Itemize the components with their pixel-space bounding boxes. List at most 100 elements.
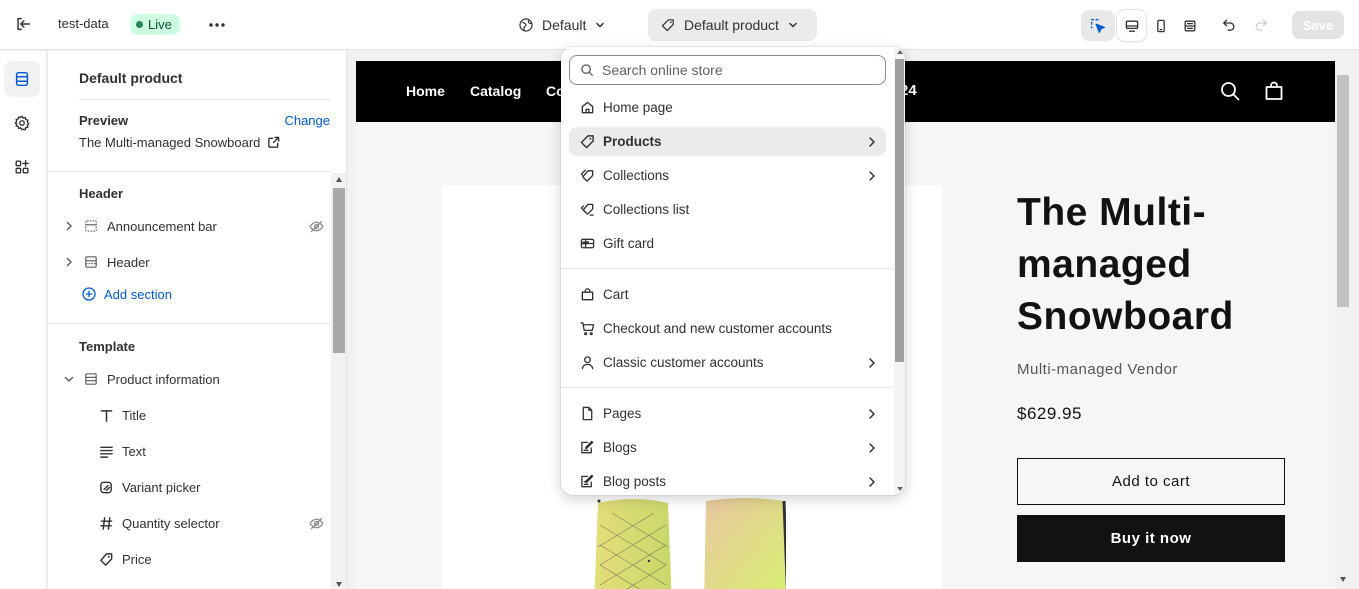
hash-icon <box>98 516 114 531</box>
scroll-down-arrow[interactable] <box>1340 577 1346 582</box>
full-width-view-button[interactable] <box>1175 10 1204 41</box>
undo-icon <box>1223 19 1235 31</box>
menu-item-label: Gift card <box>603 236 655 251</box>
menu-item-blogs[interactable]: Blogs <box>569 433 886 462</box>
sections-tab[interactable] <box>4 61 40 97</box>
scroll-down-arrow[interactable] <box>897 487 903 491</box>
chevron-right-icon[interactable] <box>63 257 75 267</box>
sections-icon <box>15 71 29 87</box>
menu-item-label: Classic customer accounts <box>603 355 764 370</box>
live-dot-icon <box>136 21 143 28</box>
chevron-right-icon[interactable] <box>63 221 75 231</box>
menu-item-collections[interactable]: Collections <box>569 161 886 190</box>
text-icon <box>98 444 114 459</box>
status-badge: Live <box>130 14 180 35</box>
scroll-down-arrow[interactable] <box>336 582 342 587</box>
section-layout-icon <box>83 371 99 387</box>
eye-hidden-icon[interactable] <box>308 515 325 532</box>
block-quantity-selector[interactable]: Quantity selector <box>98 508 325 538</box>
theme-settings-tab[interactable] <box>4 105 40 141</box>
store-cart-icon[interactable] <box>1262 79 1286 103</box>
canvas-scrollbar[interactable] <box>1335 61 1351 589</box>
full-width-icon <box>1184 20 1195 31</box>
inspector-cursor-icon <box>1091 18 1105 33</box>
menu-item-checkout[interactable]: Checkout and new customer accounts <box>569 314 886 343</box>
more-actions-button[interactable] <box>205 13 229 37</box>
divider <box>48 323 331 324</box>
home-icon <box>579 100 595 115</box>
divider <box>48 171 331 172</box>
section-sidebar: Default product Preview Change The Multi… <box>48 51 347 589</box>
variant-icon <box>98 480 114 495</box>
search-input[interactable] <box>602 62 872 78</box>
menu-item-blog-posts[interactable]: Blog posts <box>569 467 886 495</box>
menu-item-cart[interactable]: Cart <box>569 280 886 309</box>
chevron-right-icon <box>868 408 876 420</box>
add-section-button[interactable]: Add section <box>81 286 172 302</box>
apps-icon <box>15 160 29 174</box>
block-text[interactable]: Text <box>98 436 325 466</box>
menu-item-label: Products <box>603 134 662 149</box>
block-variant-picker[interactable]: Variant picker <box>98 472 325 502</box>
section-product-information[interactable]: Product information <box>63 364 325 394</box>
exit-icon <box>17 17 31 31</box>
block-label: Quantity selector <box>122 515 220 531</box>
section-announcement-bar[interactable]: Announcement bar <box>63 211 325 241</box>
change-preview-link[interactable]: Change <box>284 113 330 128</box>
menu-item-collections-list[interactable]: Collections list <box>569 195 886 224</box>
page-selector[interactable]: Default product <box>648 9 817 41</box>
menu-item-label: Checkout and new customer accounts <box>603 321 832 336</box>
menu-item-home-page[interactable]: Home page <box>569 93 886 122</box>
sidebar-scrollbar[interactable] <box>331 173 346 589</box>
page-selector-label: Default product <box>684 17 779 33</box>
section-header[interactable]: Header <box>63 247 325 277</box>
add-to-cart-button[interactable]: Add to cart <box>1017 458 1285 505</box>
section-label: Product information <box>107 371 220 387</box>
redo-icon <box>1255 19 1267 31</box>
mobile-view-button[interactable] <box>1146 10 1175 41</box>
block-label: Variant picker <box>122 479 201 495</box>
chevron-right-icon <box>868 476 876 488</box>
sidebar-scrollbar-thumb[interactable] <box>333 188 345 353</box>
nav-link-home[interactable]: Home <box>406 83 445 99</box>
undo-button[interactable] <box>1218 13 1240 37</box>
menu-item-classic-customer-accounts[interactable]: Classic customer accounts <box>569 348 886 377</box>
block-label: Text <box>122 443 146 459</box>
add-section-label: Add section <box>104 286 172 302</box>
product-price: $629.95 <box>1017 404 1082 423</box>
menu-item-label: Pages <box>603 406 642 421</box>
menu-item-label: Blog posts <box>603 474 667 489</box>
buy-it-now-button[interactable]: Buy it now <box>1017 515 1285 562</box>
sidebar-title: Default product <box>79 70 183 86</box>
redo-button[interactable] <box>1250 13 1272 37</box>
scroll-up-arrow[interactable] <box>336 177 342 182</box>
nav-link-catalog[interactable]: Catalog <box>470 83 521 99</box>
block-price[interactable]: Price <box>98 544 325 574</box>
menu-item-products[interactable]: Products <box>569 127 886 156</box>
block-title[interactable]: Title <box>98 400 325 430</box>
dropdown-scrollbar-thumb[interactable] <box>895 59 904 362</box>
menu-item-pages[interactable]: Pages <box>569 399 886 428</box>
save-button[interactable]: Save <box>1292 11 1344 39</box>
scroll-up-arrow[interactable] <box>897 50 903 54</box>
status-badge-label: Live <box>148 17 172 32</box>
store-search-icon[interactable] <box>1218 79 1242 103</box>
page-icon <box>579 406 595 421</box>
eye-hidden-icon[interactable] <box>308 218 325 235</box>
desktop-view-button[interactable] <box>1117 10 1146 41</box>
chevron-right-icon <box>868 170 876 182</box>
plus-circle-icon <box>82 287 96 301</box>
theme-selector[interactable]: Default <box>512 10 612 40</box>
canvas-scrollbar-thumb[interactable] <box>1337 75 1349 307</box>
menu-item-gift-card[interactable]: Gift card <box>569 229 886 258</box>
chevron-down-icon[interactable] <box>63 375 75 383</box>
inspector-toggle-button[interactable] <box>1081 10 1115 41</box>
dropdown-scrollbar[interactable] <box>894 47 905 495</box>
apps-tab[interactable] <box>4 149 40 185</box>
menu-item-label: Collections list <box>603 202 690 217</box>
exit-editor-button[interactable] <box>12 13 34 35</box>
preview-product[interactable]: The Multi-managed Snowboard <box>79 135 280 150</box>
section-layout-icon <box>83 218 99 234</box>
search-field[interactable] <box>569 55 886 85</box>
preview-label: Preview <box>79 113 129 128</box>
